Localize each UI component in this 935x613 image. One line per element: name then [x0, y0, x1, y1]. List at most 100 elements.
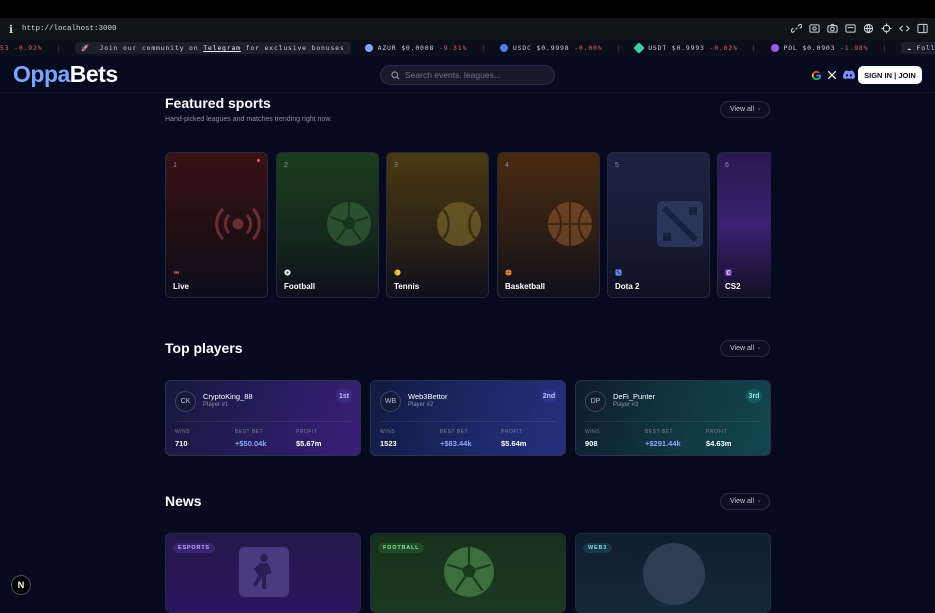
browser-top-strip: [0, 0, 935, 18]
ticker-separator: |: [481, 44, 486, 52]
rank-badge: 2nd: [541, 389, 557, 403]
coin-icon: [770, 44, 779, 52]
x-icon[interactable]: [826, 69, 838, 81]
view-all-label: View all: [730, 498, 754, 505]
price-ticker: 53 -0.92% | 🚀 Join our community on Tele…: [0, 40, 935, 56]
player-card[interactable]: DP DeFi_Punter Player #3 3rd WINS 908 BES…: [575, 380, 771, 456]
screenshot-icon[interactable]: [807, 21, 821, 35]
avatar: CK: [175, 391, 196, 412]
site-info-icon[interactable]: ℹ: [0, 23, 22, 36]
coin-price: $0.0008: [401, 44, 435, 52]
camera-icon[interactable]: [825, 21, 839, 35]
x-promo[interactable]: ☁ Follow us on X for daily $BONUS give: [901, 42, 935, 54]
news-view-all-button[interactable]: View all ›: [720, 493, 770, 510]
stat-label: BEST BET: [235, 429, 264, 435]
logo-part-2: Bets: [69, 61, 118, 87]
sport-card-dota2[interactable]: 5 Dota 2: [607, 152, 710, 298]
sport-number: 3: [394, 162, 398, 169]
player-card[interactable]: WB Web3Bettor Player #2 2nd WINS 1523 BES…: [370, 380, 566, 456]
logo-part-1: Oppa: [13, 61, 70, 87]
soldier-icon: [239, 547, 289, 597]
player-rank: Player #1: [203, 402, 229, 408]
stat-label: BEST BET: [645, 429, 674, 435]
crosshair-icon[interactable]: [879, 21, 893, 35]
player-rank: Player #2: [408, 402, 434, 408]
coin-icon: [633, 42, 645, 54]
sport-card-cs2[interactable]: 6 CS2: [717, 152, 771, 298]
coin-change: -1.98%: [840, 44, 869, 52]
cloud-icon: ☁: [907, 44, 912, 52]
divider: [380, 421, 556, 422]
sport-name: Dota 2: [615, 282, 640, 291]
coin-change: -0.00%: [574, 44, 603, 52]
featured-view-all-button[interactable]: View all ›: [720, 101, 770, 118]
profit-stat: PROFIT $5.67m: [296, 429, 321, 448]
basketball-mini-icon: [505, 269, 512, 276]
avatar: DP: [585, 391, 606, 412]
coin-change: -0.02%: [709, 44, 738, 52]
stat-value: 908: [585, 439, 598, 448]
globe-icon[interactable]: [861, 21, 875, 35]
sidebar-icon[interactable]: [915, 21, 929, 35]
rank-badge: 3rd: [746, 389, 762, 403]
coin-icon: [364, 44, 373, 52]
sport-name: Tennis: [394, 282, 420, 291]
ticker-separator: |: [751, 44, 757, 52]
code-icon[interactable]: [897, 21, 911, 35]
window-icon[interactable]: [843, 21, 857, 35]
x-promo-text: Follow us on X for daily $BONUS give: [916, 44, 935, 52]
next-dev-badge[interactable]: N: [11, 575, 31, 595]
link-icon[interactable]: [789, 21, 803, 35]
search-box[interactable]: [380, 65, 555, 85]
browser-url-bar: ℹ http://localhost:3000: [0, 18, 935, 40]
sport-card-basketball[interactable]: 4 Basketball: [497, 152, 600, 298]
stat-label: WINS: [175, 429, 191, 435]
player-name: DeFi_Punter: [613, 392, 656, 401]
telegram-promo[interactable]: 🚀 Join our community on Telegram for exc…: [75, 42, 351, 54]
featured-title: Featured sports: [165, 95, 271, 111]
tennis-mini-icon: [394, 269, 401, 276]
tennis-ball-icon: [437, 202, 481, 246]
search-icon: [391, 70, 400, 79]
players-view-all-button[interactable]: View all ›: [720, 340, 770, 357]
url-text[interactable]: http://localhost:3000: [22, 25, 117, 33]
best-bet-stat: BEST BET +$291.44k: [645, 429, 681, 448]
rocket-icon: 🚀: [81, 44, 91, 52]
coin-price: $0.0903: [802, 44, 836, 52]
sport-name: Football: [284, 282, 316, 291]
sign-in-button[interactable]: SIGN IN | JOIN: [858, 66, 922, 84]
live-mini-icon: [174, 270, 179, 275]
player-card[interactable]: CK CryptoKing_88 Player #1 1st WINS 710 B…: [165, 380, 361, 456]
ticker-coin: POL $0.0903 -1.98%: [770, 44, 869, 52]
dota-icon: [657, 201, 703, 247]
stat-value: $4.63m: [706, 439, 732, 448]
discord-icon[interactable]: [842, 69, 855, 81]
football-mini-icon: [284, 269, 291, 276]
live-broadcast-icon: [215, 207, 261, 241]
web3-globe-icon: [643, 543, 705, 605]
sport-card-live[interactable]: 1 Live: [165, 152, 268, 298]
stat-label: PROFIT: [501, 429, 523, 435]
cs2-mini-icon: [725, 269, 732, 276]
news-card[interactable]: WEB3: [575, 533, 771, 613]
promo-suffix: for exclusive bonuses: [240, 44, 345, 52]
ticker-separator: |: [616, 44, 622, 52]
ticker-coin: AZUR $0.0008 -9.31%: [364, 44, 468, 52]
divider: [585, 421, 761, 422]
ticker-separator: |: [56, 44, 62, 52]
sport-card-tennis[interactable]: 3 Tennis: [386, 152, 489, 298]
site-logo[interactable]: OppaBets: [13, 61, 118, 88]
chevron-right-icon: ›: [758, 498, 760, 505]
sport-card-football[interactable]: 2 Football: [276, 152, 379, 298]
news-card[interactable]: FOOTBALL: [370, 533, 566, 613]
coin-symbol: AZUR: [377, 44, 397, 52]
stat-value: $5.67m: [296, 439, 322, 448]
news-card[interactable]: ESPORTS: [165, 533, 361, 613]
google-icon[interactable]: [810, 69, 822, 81]
rank-badge: 1st: [336, 389, 352, 403]
search-input[interactable]: [405, 70, 545, 80]
profit-stat: PROFIT $5.64m: [501, 429, 526, 448]
telegram-link[interactable]: Telegram: [203, 44, 241, 52]
browser-toolbar: [789, 21, 929, 35]
stat-value: +$83.44k: [440, 439, 472, 448]
